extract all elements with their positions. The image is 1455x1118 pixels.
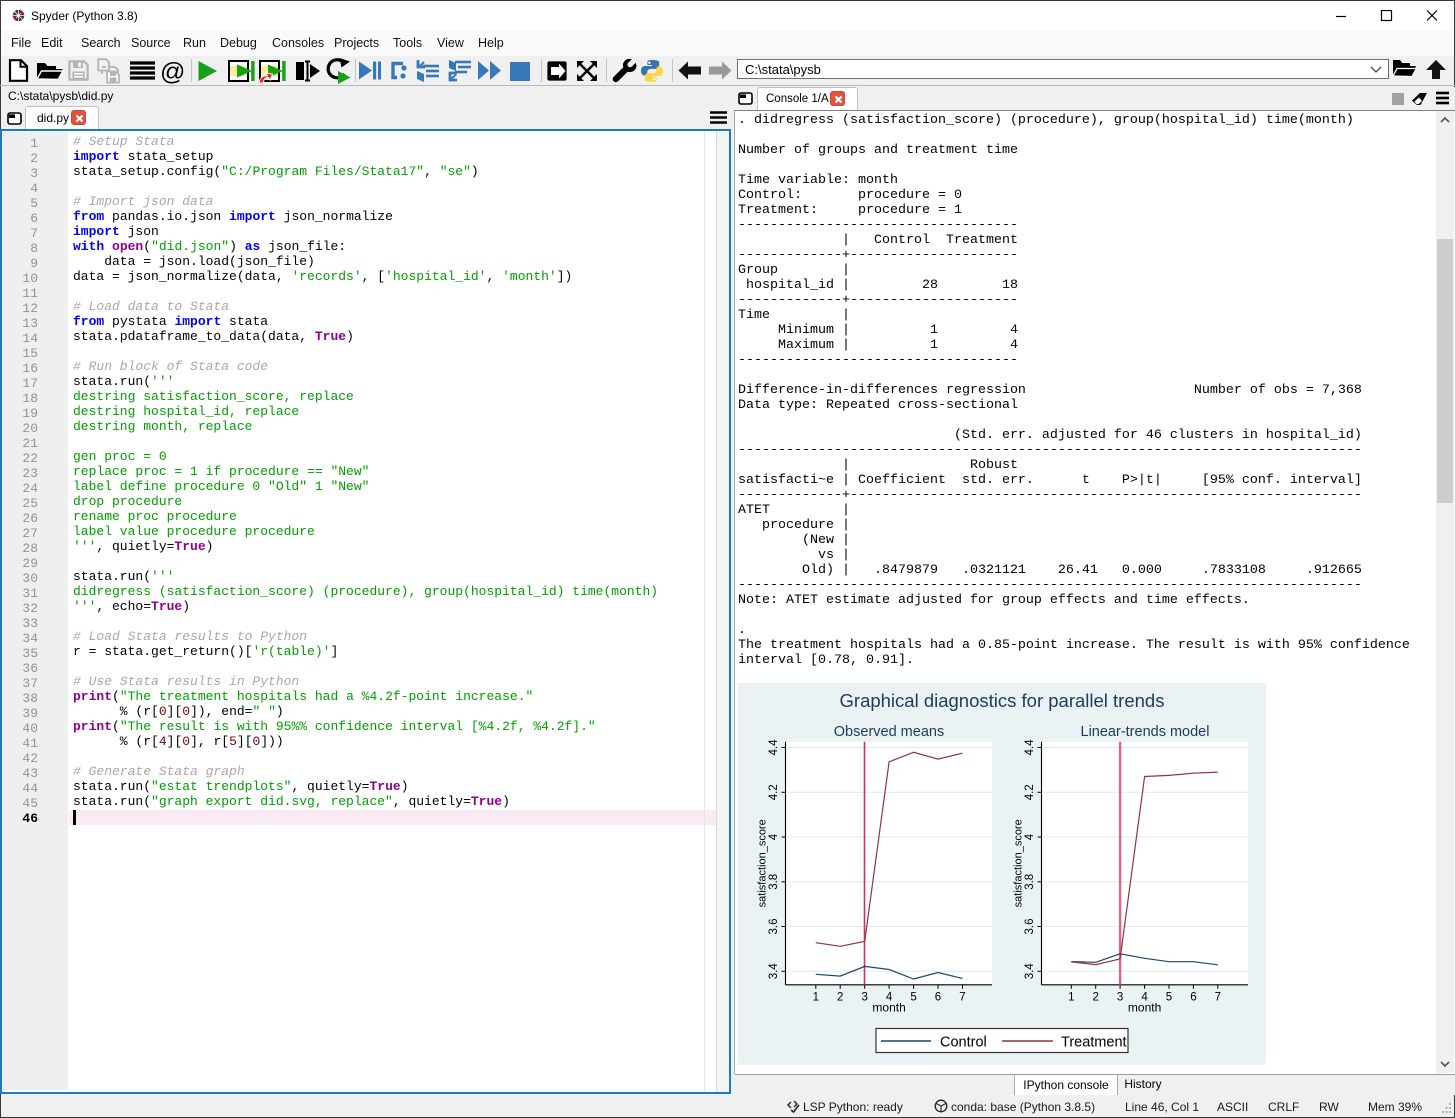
svg-text:Observed means: Observed means [834,724,944,740]
svg-text:satisfaction_score: satisfaction_score [1012,819,1024,907]
svg-text:6: 6 [1190,991,1196,1003]
svg-text:7: 7 [1215,991,1221,1003]
svg-text:Control: Control [940,1035,987,1051]
svg-text:3.8: 3.8 [1024,874,1036,890]
svg-text:2: 2 [1092,991,1098,1003]
svg-text:4: 4 [1024,833,1036,840]
svg-text:3.6: 3.6 [768,919,780,935]
svg-text:satisfaction_score: satisfaction_score [756,819,768,907]
svg-text:4.2: 4.2 [768,784,780,800]
svg-text:5: 5 [1166,991,1172,1003]
svg-text:3.4: 3.4 [768,963,780,980]
svg-text:month: month [872,1000,905,1014]
svg-text:3.8: 3.8 [768,874,780,890]
svg-text:Graphical diagnostics for para: Graphical diagnostics for parallel trend… [840,690,1165,711]
svg-text:2: 2 [837,991,843,1003]
svg-text:4.2: 4.2 [1024,784,1036,800]
svg-text:3: 3 [861,991,867,1003]
svg-text:6: 6 [935,991,941,1003]
svg-text:Treatment: Treatment [1061,1035,1127,1051]
svg-text:month: month [1128,1000,1161,1014]
svg-text:3.6: 3.6 [1024,919,1036,935]
svg-text:3.4: 3.4 [1024,963,1036,980]
svg-text:Linear-trends model: Linear-trends model [1081,724,1210,740]
svg-text:1: 1 [1068,991,1074,1003]
svg-text:7: 7 [959,991,965,1003]
svg-text:4.4: 4.4 [768,739,780,756]
svg-text:4.4: 4.4 [1024,739,1036,756]
svg-text:1: 1 [813,991,819,1003]
svg-text:5: 5 [910,991,916,1003]
svg-text:4: 4 [768,833,780,840]
svg-text:3: 3 [1117,991,1123,1003]
